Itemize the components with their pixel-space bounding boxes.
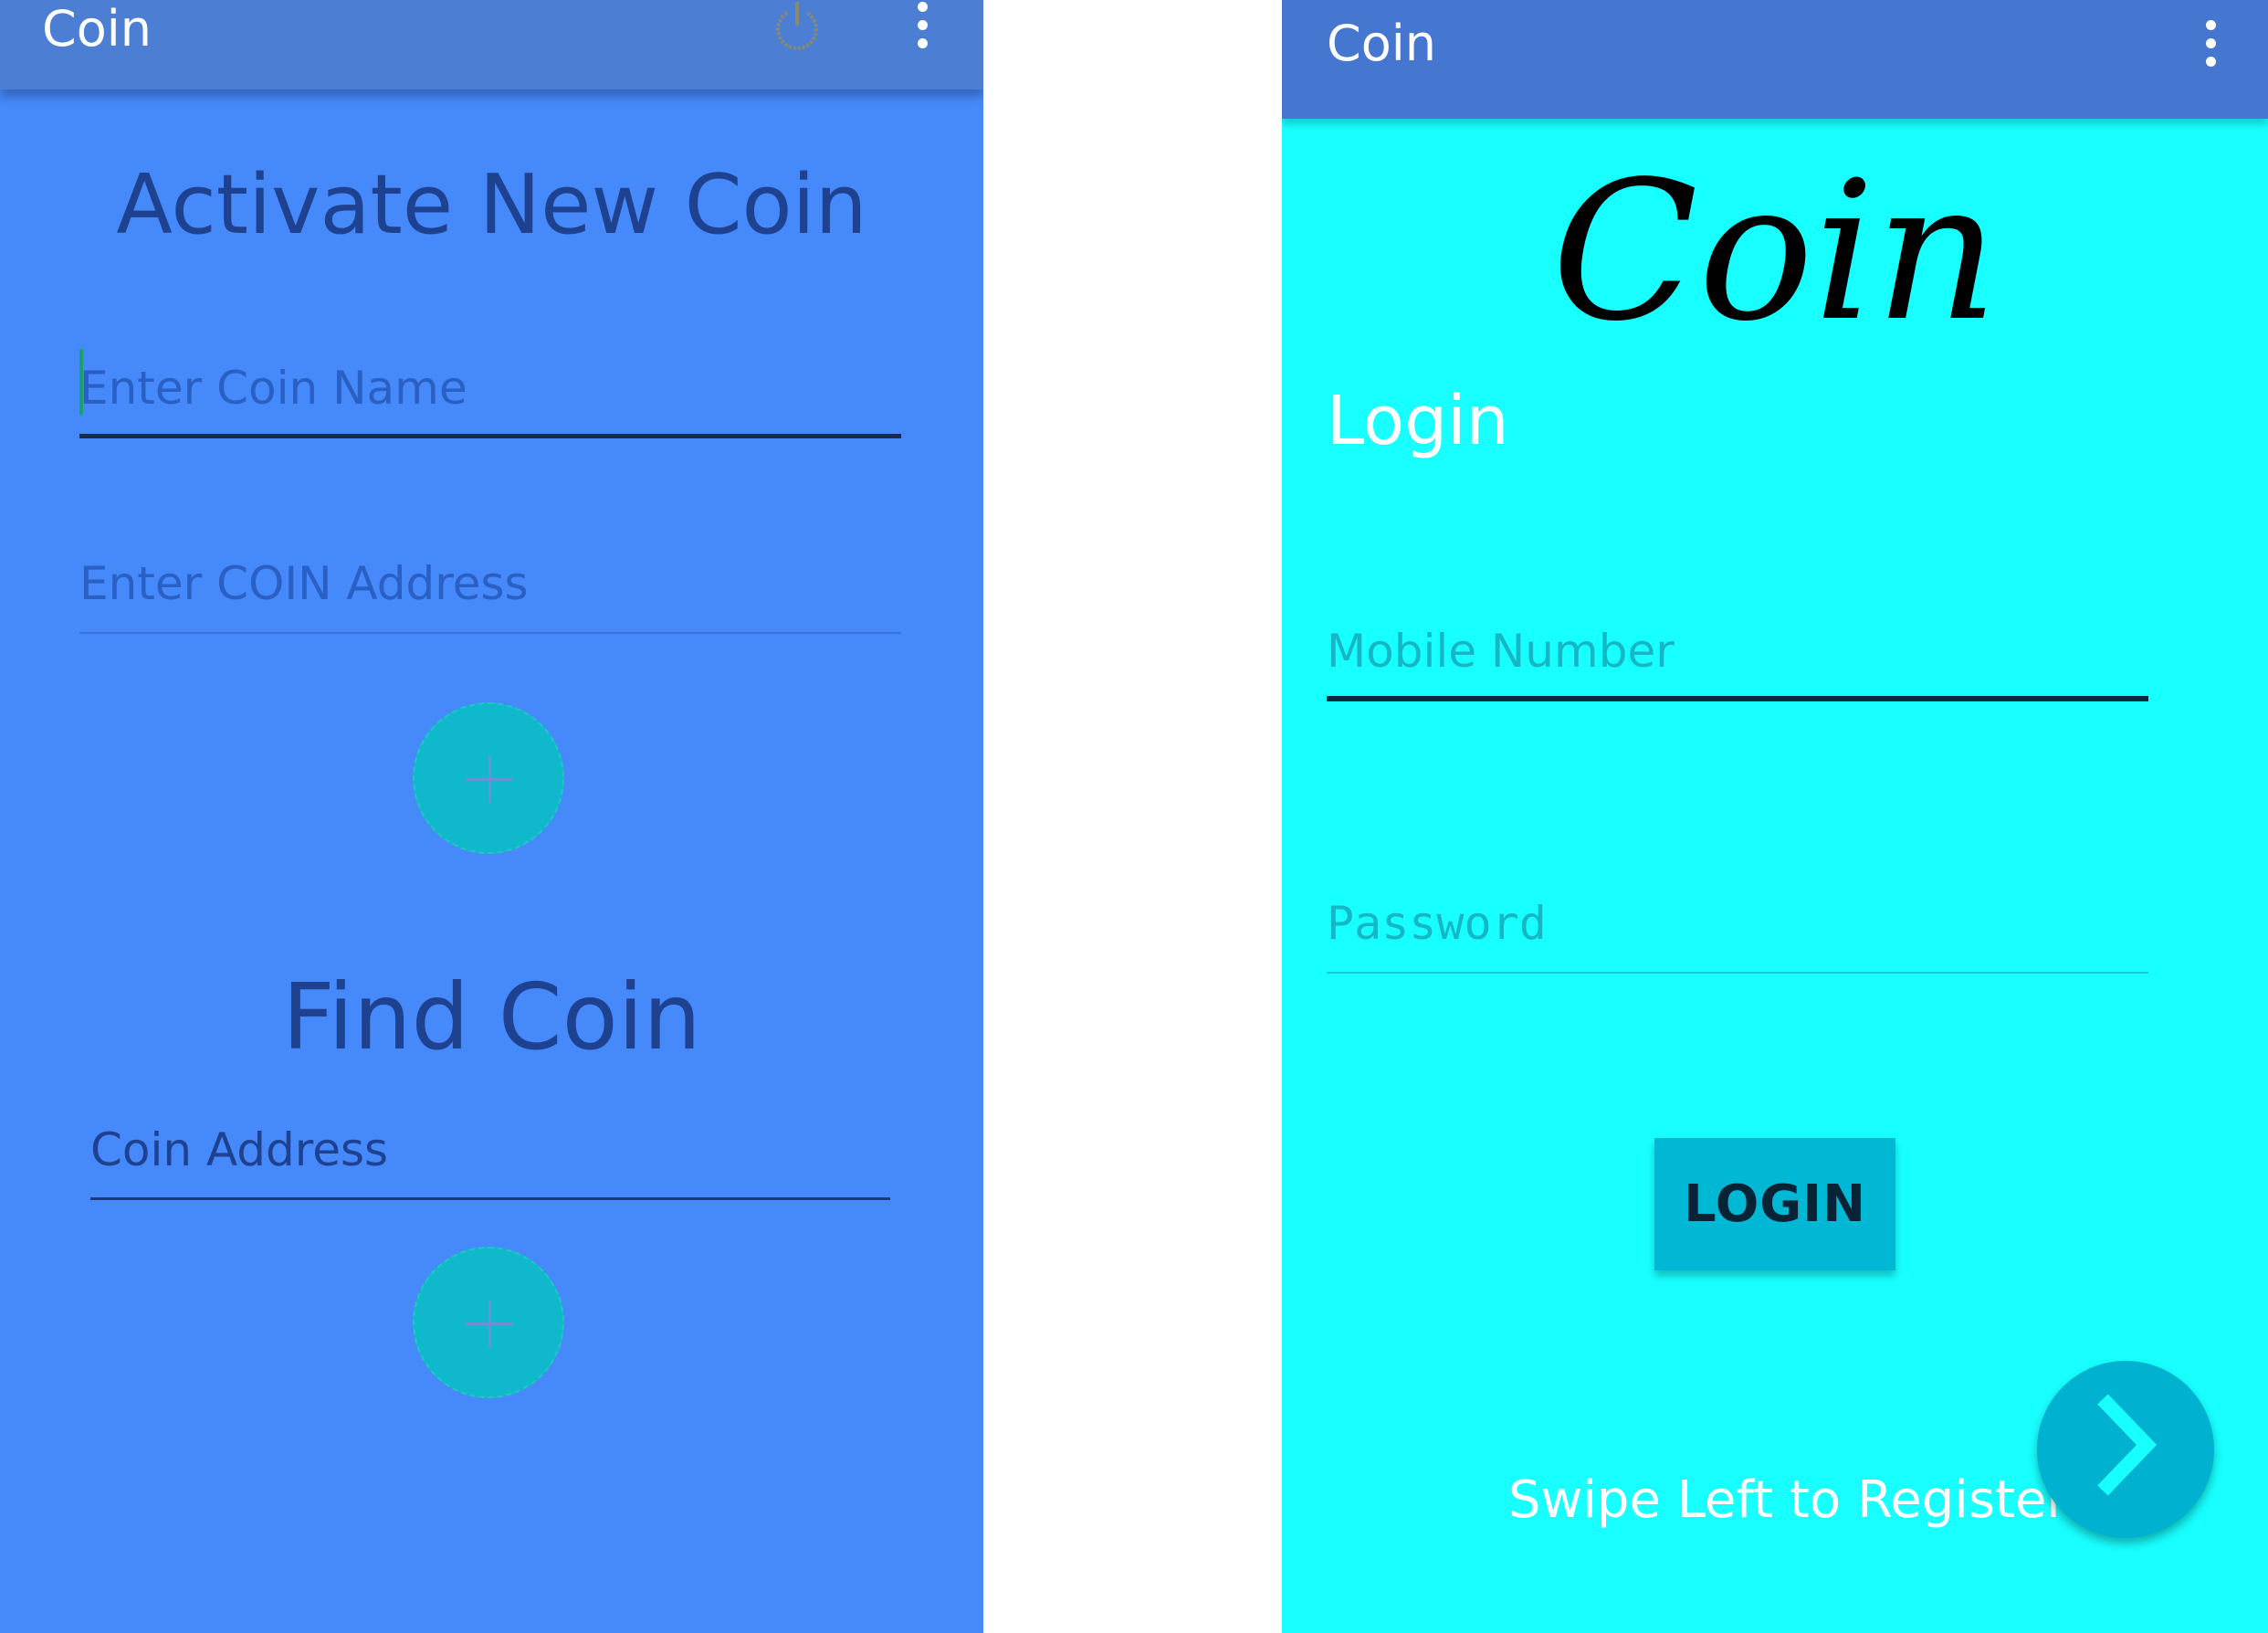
input-underline — [79, 434, 901, 438]
activate-coin-heading: Activate New Coin — [116, 157, 867, 253]
mobile-number-input[interactable]: Mobile Number — [1327, 603, 2148, 701]
input-underline — [1327, 696, 2148, 701]
chevron-right-icon — [2097, 1394, 2158, 1496]
overflow-menu-icon[interactable] — [2200, 20, 2222, 75]
coin-address-input[interactable]: Enter COIN Address — [79, 539, 901, 634]
login-screen: Coin Coin Login Mobile Number Password L… — [1282, 0, 2268, 1633]
swipe-register-hint: Swipe Left to Register — [1508, 1470, 2068, 1530]
mobile-number-placeholder: Mobile Number — [1327, 625, 1675, 678]
activate-coin-button[interactable] — [413, 702, 564, 854]
find-coin-heading: Find Coin — [282, 964, 701, 1070]
power-icon[interactable] — [770, 0, 824, 55]
app-title: Coin — [42, 0, 152, 58]
coin-name-placeholder: Enter Coin Name — [79, 362, 467, 415]
coin-logo: Coin — [1551, 140, 1999, 363]
coin-address-placeholder: Enter COIN Address — [79, 557, 529, 610]
app-title: Coin — [1327, 15, 1436, 72]
find-address-placeholder: Coin Address — [90, 1123, 389, 1176]
login-button[interactable]: LOGIN — [1654, 1138, 1895, 1270]
login-heading: Login — [1327, 382, 1509, 460]
next-button[interactable] — [2037, 1361, 2214, 1538]
input-underline — [79, 632, 901, 634]
input-underline — [90, 1197, 890, 1200]
password-placeholder: Password — [1327, 897, 1547, 950]
app-bar: Coin — [0, 0, 983, 90]
app-bar: Coin — [1282, 0, 2268, 119]
coin-name-input[interactable]: Enter Coin Name — [79, 338, 901, 438]
activate-coin-screen: Coin Activate New Coin Enter Coin Name E… — [0, 0, 983, 1633]
input-underline — [1327, 972, 2148, 974]
find-coin-button[interactable] — [413, 1247, 564, 1398]
overflow-menu-icon[interactable] — [912, 2, 934, 57]
find-coin-address-input[interactable]: Coin Address — [90, 1105, 890, 1200]
password-input[interactable]: Password — [1327, 877, 2148, 974]
